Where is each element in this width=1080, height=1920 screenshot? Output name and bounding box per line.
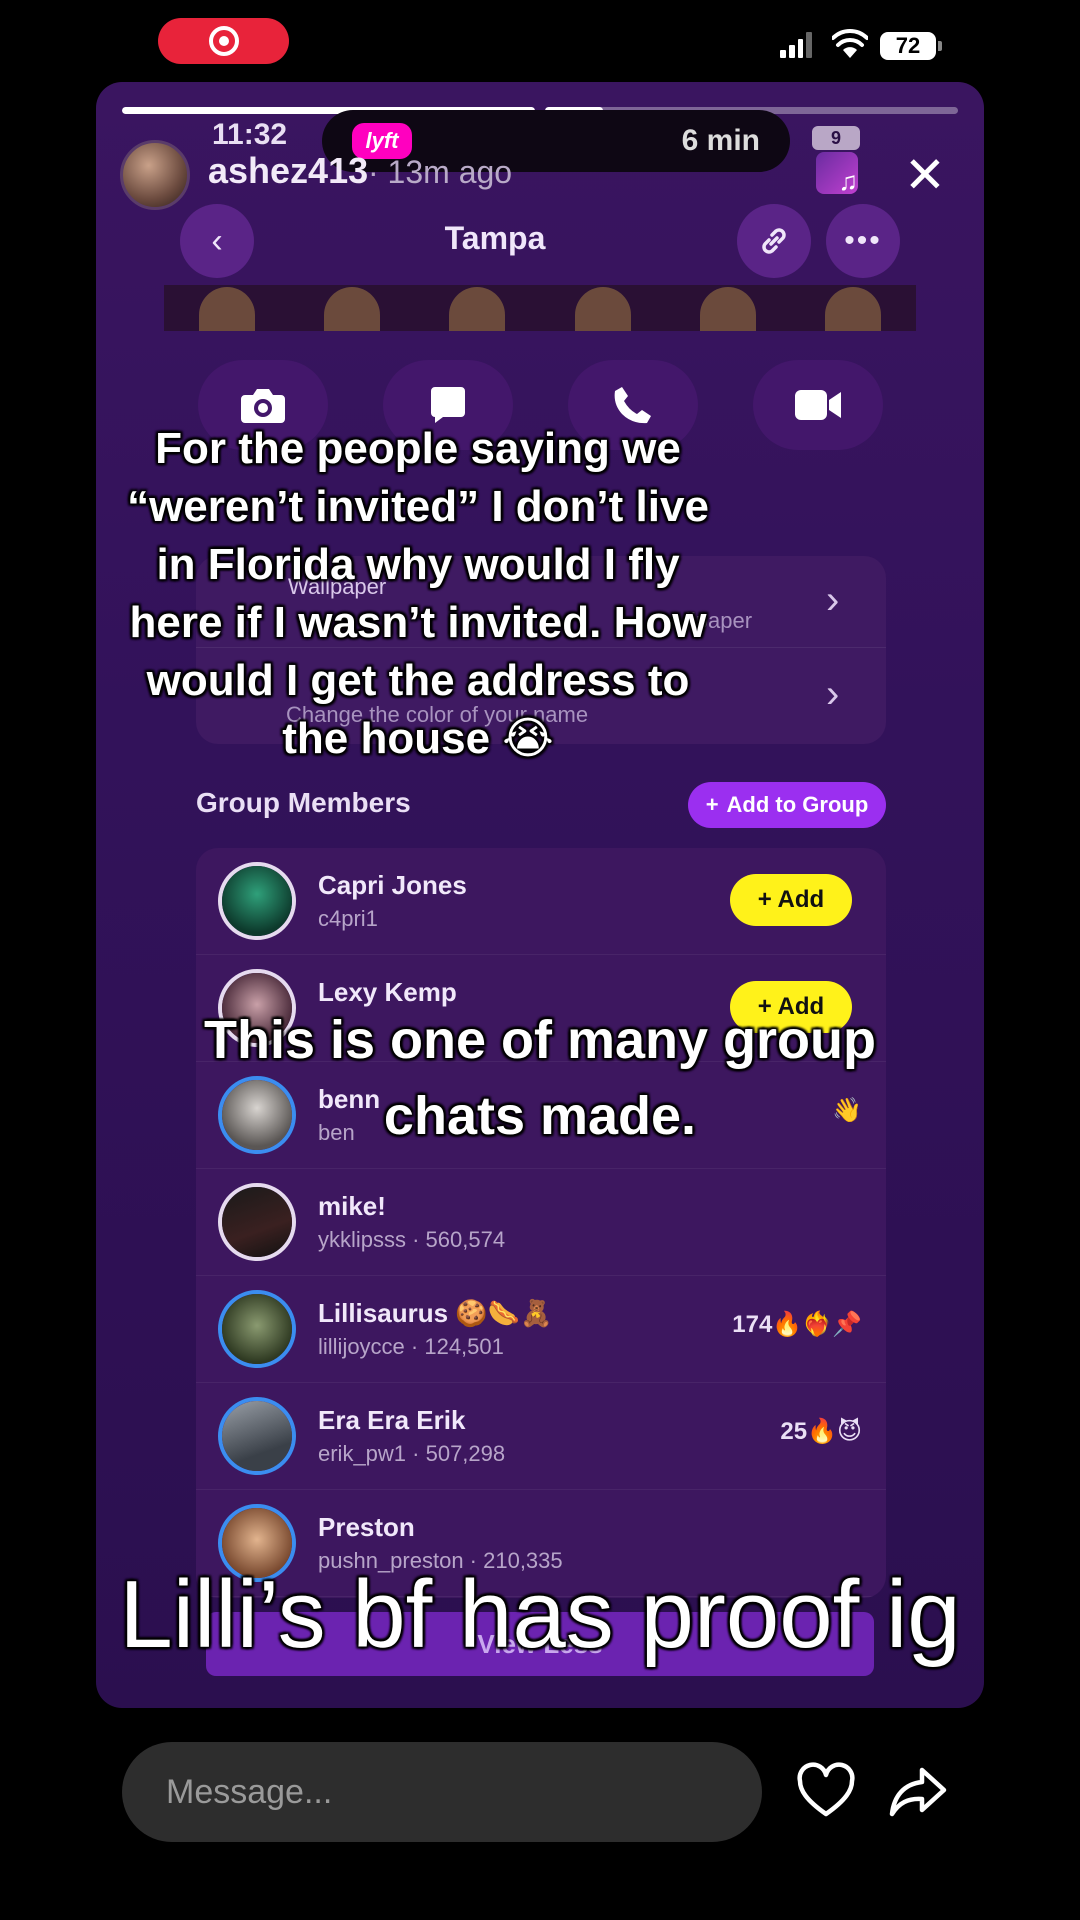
story-avatar[interactable] — [120, 140, 190, 210]
chevron-left-icon: ‹ — [211, 221, 223, 260]
member-name: mike! — [318, 1191, 386, 1221]
avatar — [218, 1183, 296, 1261]
more-icon: ••• — [844, 224, 882, 257]
streak-count: 25🔥😈 — [780, 1418, 862, 1445]
video-call-button[interactable] — [753, 360, 883, 450]
close-icon[interactable]: ✕ — [900, 150, 950, 200]
avatar — [218, 1397, 296, 1475]
caption-bottom: Lilli’s bf has proof ig — [119, 1561, 961, 1668]
chevron-right-icon: › — [826, 578, 840, 622]
caption-middle: This is one of many group chats made. — [203, 1010, 877, 1146]
more-button[interactable]: ••• — [826, 204, 900, 278]
screen: 72 11:32 lyft 6 min 9 ashez413 · 13m ago… — [0, 0, 1080, 1920]
back-button[interactable]: ‹ — [180, 204, 254, 278]
screen-record-indicator[interactable] — [158, 18, 289, 64]
group-title: Tampa — [444, 220, 546, 256]
battery-indicator: 72 — [880, 32, 942, 60]
chat-icon — [431, 387, 465, 423]
plus-icon: + — [705, 792, 719, 817]
add-to-group-label: Add to Group — [726, 792, 869, 817]
lyft-eta: 6 min — [681, 124, 760, 157]
bitmoji-banner — [164, 285, 916, 331]
member-name: Preston — [318, 1512, 415, 1542]
caption-top: For the people saying we “weren’t invite… — [127, 424, 709, 763]
member-username: erik_pw1 · 507,298 — [318, 1441, 506, 1466]
story-time-ago: · 13m ago — [368, 154, 513, 190]
inner-status-time: 11:32 — [212, 118, 288, 151]
member-row[interactable]: Lillisaurus 🍪🌭🧸 lillijoycce · 124,501 17… — [196, 1276, 886, 1383]
record-icon — [208, 26, 239, 56]
music-icon[interactable]: ♫ — [816, 152, 858, 194]
add-friend-button[interactable]: + Add — [730, 874, 852, 926]
share-icon[interactable] — [888, 1762, 948, 1822]
link-icon — [762, 228, 786, 254]
member-name: Era Era Erik — [318, 1405, 466, 1435]
add-to-group-button[interactable]: + Add to Group — [688, 782, 886, 828]
member-name: Capri Jones — [318, 870, 467, 900]
avatar — [218, 1290, 296, 1368]
message-input[interactable]: Message... — [122, 1742, 762, 1842]
link-button[interactable] — [737, 204, 811, 278]
member-username: c4pri1 — [318, 906, 378, 931]
wifi-icon — [832, 28, 868, 58]
member-username: lillijoycce · 124,501 — [318, 1334, 504, 1359]
member-row[interactable]: Capri Jones c4pri1 + Add — [196, 848, 886, 955]
member-row[interactable]: Era Era Erik erik_pw1 · 507,298 25🔥😈 — [196, 1383, 886, 1490]
story-username[interactable]: ashez413 — [208, 150, 368, 192]
cell-signal-icon — [780, 30, 812, 58]
camera-icon — [241, 389, 285, 423]
avatar — [218, 862, 296, 940]
heart-icon[interactable] — [796, 1762, 856, 1822]
member-username: ykklipsss · 560,574 — [318, 1227, 506, 1252]
member-name: Lillisaurus 🍪🌭🧸 — [318, 1298, 553, 1328]
video-icon — [795, 390, 841, 420]
members-list: Capri Jones c4pri1 + Add Lexy Kemp + Add… — [196, 848, 886, 1598]
chevron-right-icon: › — [826, 672, 840, 716]
group-members-heading: Group Members — [196, 787, 411, 818]
streak-count: 174🔥❤️‍🔥📌 — [732, 1311, 862, 1338]
inner-battery: 9 — [812, 126, 860, 150]
member-row[interactable]: mike! ykklipsss · 560,574 — [196, 1169, 886, 1276]
